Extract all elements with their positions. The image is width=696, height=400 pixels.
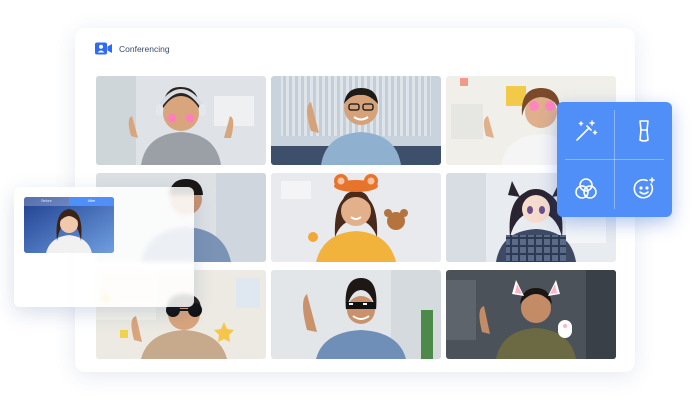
- filters-button[interactable]: [557, 160, 614, 217]
- sparkle-smiley-icon: [633, 176, 655, 199]
- participant-tile-2[interactable]: [271, 76, 441, 165]
- tab-before[interactable]: Before: [24, 197, 69, 206]
- color-circles-icon: [574, 177, 597, 199]
- beautify-button[interactable]: [615, 102, 672, 159]
- stickers-button[interactable]: [615, 160, 672, 217]
- participant-tile-1[interactable]: [96, 76, 266, 165]
- participant-tile-5[interactable]: [271, 173, 441, 262]
- participant-tile-9[interactable]: [446, 270, 616, 359]
- effects-panel: [557, 102, 672, 217]
- app-header: Conferencing: [95, 42, 170, 55]
- enhance-button[interactable]: [557, 102, 614, 159]
- tab-after[interactable]: After: [69, 197, 114, 206]
- preview-frame[interactable]: Before After: [24, 197, 114, 253]
- video-camera-person-icon: [95, 42, 112, 55]
- before-after-preview: Before After: [14, 187, 194, 307]
- magic-wand-icon: [575, 119, 597, 141]
- app-title: Conferencing: [119, 43, 170, 54]
- participant-tile-8[interactable]: [271, 270, 441, 359]
- preview-tabs: Before After: [24, 197, 114, 206]
- makeup-brush-icon: [638, 119, 649, 142]
